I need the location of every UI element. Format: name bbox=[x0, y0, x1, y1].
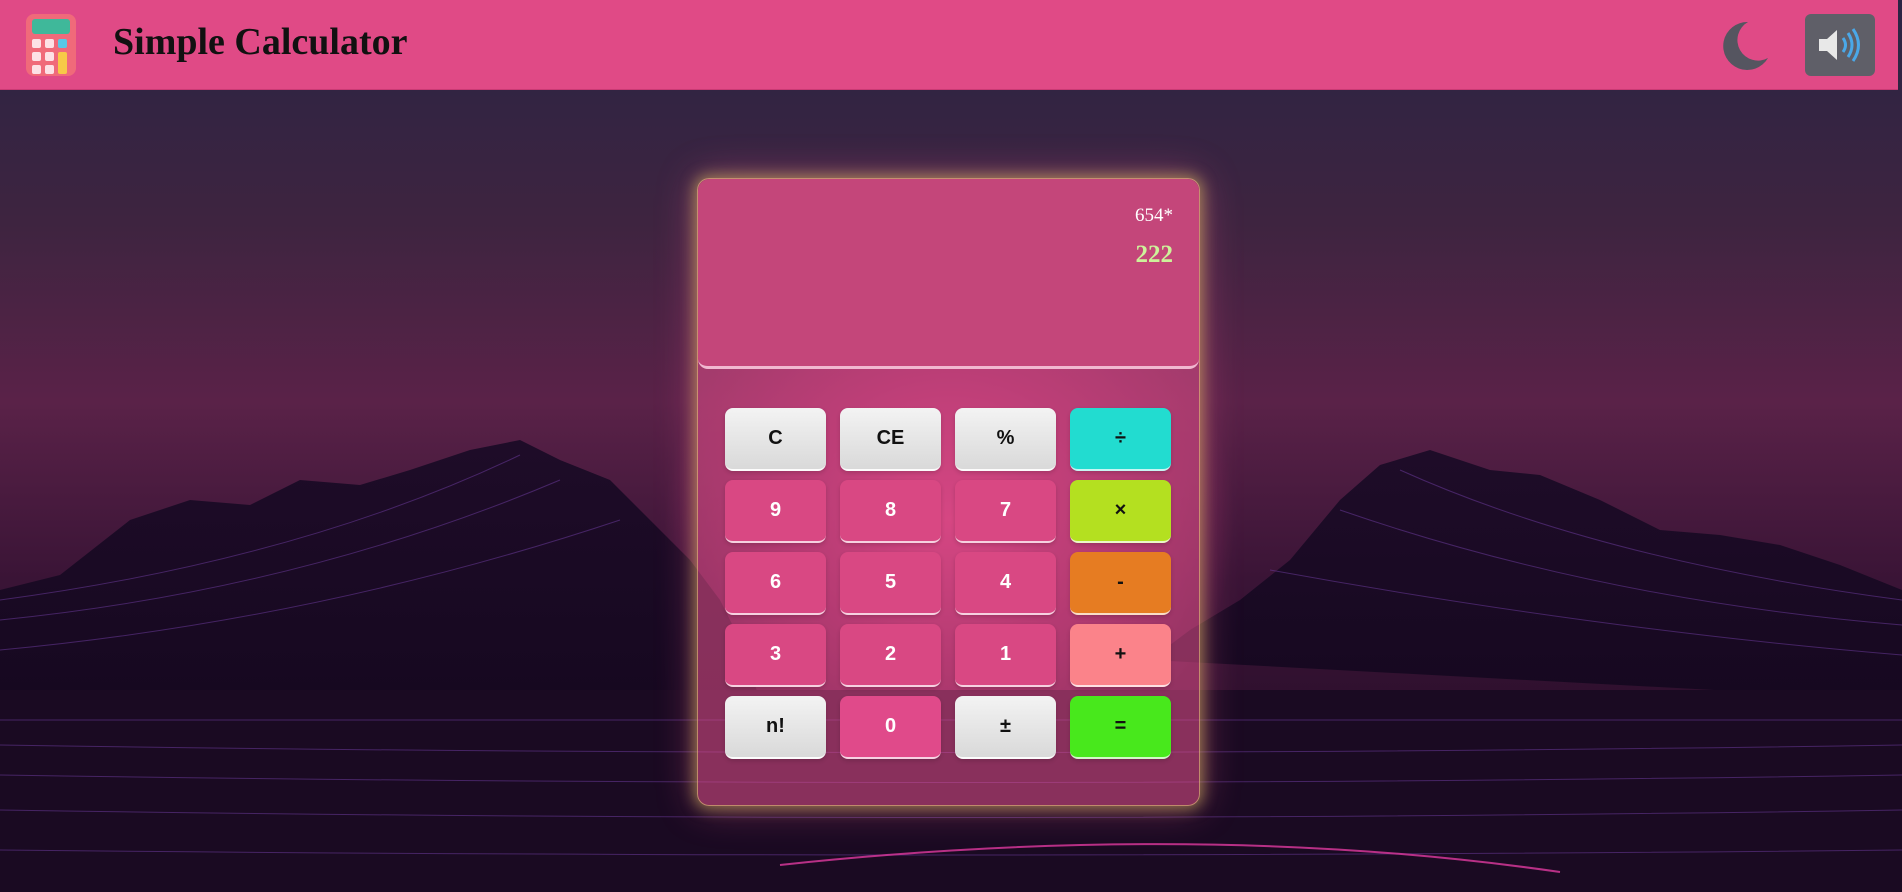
calculator-display: 654* 222 bbox=[698, 179, 1199, 369]
moon-icon[interactable] bbox=[1718, 18, 1770, 72]
add-button[interactable]: + bbox=[1070, 624, 1171, 687]
clear-button[interactable]: C bbox=[725, 408, 826, 471]
plus-minus-button[interactable]: ± bbox=[955, 696, 1056, 759]
equals-button[interactable]: = bbox=[1070, 696, 1171, 759]
page-title: Simple Calculator bbox=[113, 21, 408, 63]
calculator-icon bbox=[26, 14, 76, 76]
digit-3-button[interactable]: 3 bbox=[725, 624, 826, 687]
digit-7-button[interactable]: 7 bbox=[955, 480, 1056, 543]
digit-8-button[interactable]: 8 bbox=[840, 480, 941, 543]
digit-1-button[interactable]: 1 bbox=[955, 624, 1056, 687]
divide-button[interactable]: ÷ bbox=[1070, 408, 1171, 471]
keypad: C CE % ÷ 9 8 7 × 6 5 4 - 3 2 1 + n! 0 ± … bbox=[725, 408, 1173, 764]
multiply-button[interactable]: × bbox=[1070, 480, 1171, 543]
sound-toggle-button[interactable] bbox=[1805, 14, 1875, 76]
digit-9-button[interactable]: 9 bbox=[725, 480, 826, 543]
digit-4-button[interactable]: 4 bbox=[955, 552, 1056, 615]
app-header: Simple Calculator bbox=[0, 0, 1898, 90]
digit-6-button[interactable]: 6 bbox=[725, 552, 826, 615]
calculator-panel: 654* 222 C CE % ÷ 9 8 7 × 6 5 4 - 3 2 1 … bbox=[697, 178, 1200, 806]
expression-text: 654* bbox=[1135, 205, 1173, 226]
percent-button[interactable]: % bbox=[955, 408, 1056, 471]
speaker-icon bbox=[1819, 28, 1860, 62]
digit-0-button[interactable]: 0 bbox=[840, 696, 941, 759]
digit-2-button[interactable]: 2 bbox=[840, 624, 941, 687]
result-text: 222 bbox=[1135, 241, 1174, 268]
clear-entry-button[interactable]: CE bbox=[840, 408, 941, 471]
factorial-button[interactable]: n! bbox=[725, 696, 826, 759]
digit-5-button[interactable]: 5 bbox=[840, 552, 941, 615]
subtract-button[interactable]: - bbox=[1070, 552, 1171, 615]
